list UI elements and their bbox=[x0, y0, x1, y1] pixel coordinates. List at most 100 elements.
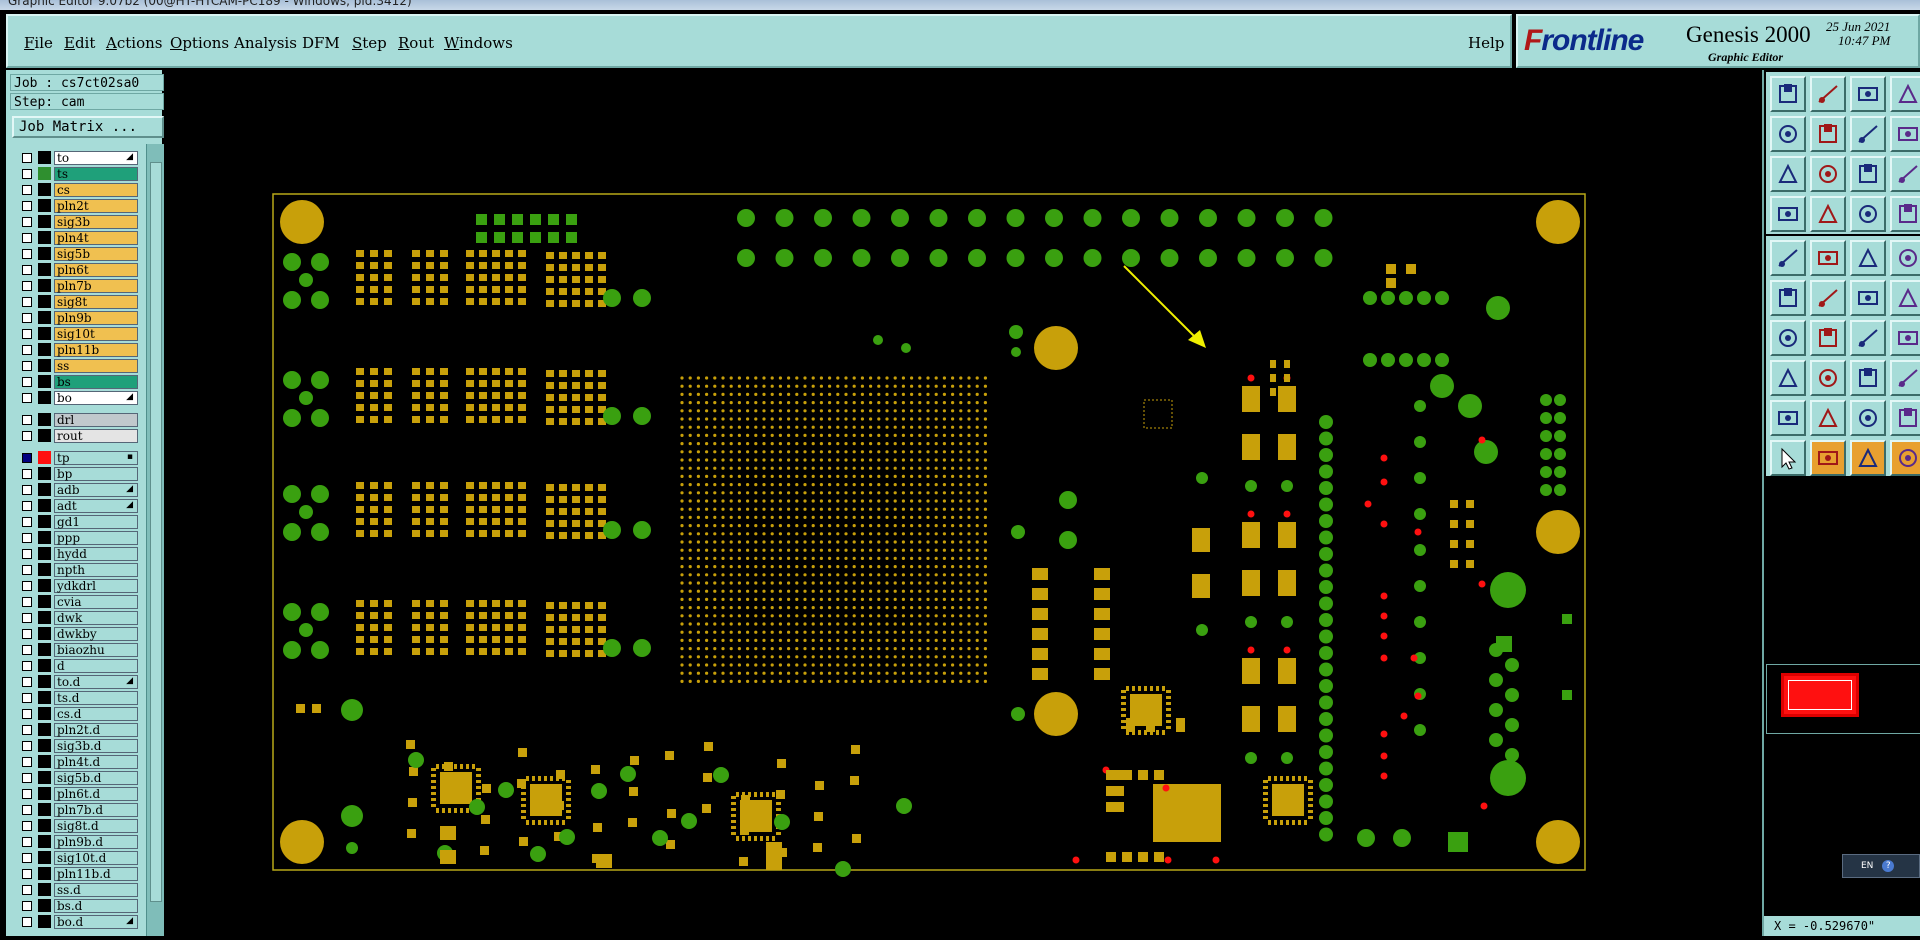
layer-color-swatch[interactable] bbox=[38, 851, 51, 864]
layer-color-swatch[interactable] bbox=[38, 295, 51, 308]
layer-name[interactable]: pln9b bbox=[54, 311, 138, 325]
tool-home[interactable] bbox=[1850, 76, 1886, 112]
layer-name[interactable]: ts bbox=[54, 167, 138, 181]
layer-list-scrollbar[interactable] bbox=[146, 144, 164, 936]
layer-name[interactable]: biaozhu bbox=[54, 643, 138, 657]
tool-cut[interactable] bbox=[1810, 320, 1846, 356]
layer-row[interactable]: rout bbox=[12, 428, 140, 443]
layer-row[interactable]: ts bbox=[12, 166, 140, 181]
layer-name[interactable]: adt ◢ bbox=[54, 499, 138, 513]
tool-measure[interactable] bbox=[1810, 196, 1846, 232]
layer-name[interactable]: to.d ◢ bbox=[54, 675, 138, 689]
layer-row[interactable]: ss.d bbox=[12, 882, 140, 897]
layer-row[interactable]: adt ◢ bbox=[12, 498, 140, 513]
layer-color-swatch[interactable] bbox=[38, 375, 51, 388]
tool-zoom-fit[interactable] bbox=[1810, 156, 1846, 192]
layer-row[interactable]: bo.d ◢ bbox=[12, 914, 140, 929]
layer-checkbox[interactable] bbox=[22, 217, 32, 227]
layer-name[interactable]: dwk bbox=[54, 611, 138, 625]
layer-checkbox[interactable] bbox=[22, 549, 32, 559]
layer-checkbox[interactable] bbox=[22, 169, 32, 179]
layer-row[interactable]: pln9b.d bbox=[12, 834, 140, 849]
layer-checkbox[interactable] bbox=[22, 869, 32, 879]
tool-resize[interactable] bbox=[1810, 360, 1846, 396]
pcb-drawing[interactable] bbox=[166, 70, 1762, 936]
layer-color-swatch[interactable] bbox=[38, 803, 51, 816]
layer-name[interactable]: sig8t bbox=[54, 295, 138, 309]
layer-color-swatch[interactable] bbox=[38, 883, 51, 896]
layer-name[interactable]: ss.d bbox=[54, 883, 138, 897]
layer-color-swatch[interactable] bbox=[38, 413, 51, 426]
tool-pair[interactable] bbox=[1890, 320, 1920, 356]
tool-window-layout[interactable] bbox=[1890, 76, 1920, 112]
layer-checkbox[interactable] bbox=[22, 693, 32, 703]
help-icon[interactable]: ? bbox=[1882, 860, 1895, 872]
layer-row[interactable]: biaozhu bbox=[12, 642, 140, 657]
layer-color-swatch[interactable] bbox=[38, 483, 51, 496]
layer-name[interactable]: pln11b bbox=[54, 343, 138, 357]
layer-row[interactable]: ss bbox=[12, 358, 140, 373]
layer-color-swatch[interactable] bbox=[38, 611, 51, 624]
tool-zoom-out[interactable] bbox=[1810, 116, 1846, 152]
layer-name[interactable]: pln6t.d bbox=[54, 787, 138, 801]
layer-color-swatch[interactable] bbox=[38, 867, 51, 880]
layer-checkbox[interactable] bbox=[22, 741, 32, 751]
menu-analysis[interactable]: Analysis bbox=[234, 34, 297, 52]
layer-row[interactable]: to.d ◢ bbox=[12, 674, 140, 689]
layer-row[interactable]: dwk bbox=[12, 610, 140, 625]
tool-net[interactable] bbox=[1850, 196, 1886, 232]
layer-color-swatch[interactable] bbox=[38, 499, 51, 512]
layer-row[interactable]: d bbox=[12, 658, 140, 673]
layer-color-swatch[interactable] bbox=[38, 819, 51, 832]
layer-checkbox[interactable] bbox=[22, 281, 32, 291]
layer-color-swatch[interactable] bbox=[38, 707, 51, 720]
layer-row[interactable]: sig5b bbox=[12, 246, 140, 261]
layer-color-swatch[interactable] bbox=[38, 547, 51, 560]
tool-redraw[interactable] bbox=[1890, 116, 1920, 152]
tool-select-net-blue[interactable] bbox=[1770, 280, 1806, 316]
layer-color-swatch[interactable] bbox=[38, 263, 51, 276]
menu-step[interactable]: Step bbox=[352, 34, 387, 52]
layer-checkbox[interactable] bbox=[22, 837, 32, 847]
menu-rout[interactable]: Rout bbox=[398, 34, 434, 52]
layer-row[interactable]: cvia bbox=[12, 594, 140, 609]
layer-checkbox[interactable] bbox=[22, 757, 32, 767]
layer-color-swatch[interactable] bbox=[38, 429, 51, 442]
layer-row[interactable]: pln6t bbox=[12, 262, 140, 277]
layer-checkbox[interactable] bbox=[22, 453, 32, 463]
layer-row[interactable]: pln6t.d bbox=[12, 786, 140, 801]
layer-name[interactable]: adb ◢ bbox=[54, 483, 138, 497]
layer-color-swatch[interactable] bbox=[38, 199, 51, 212]
layer-color-swatch[interactable] bbox=[38, 899, 51, 912]
tool-edit-route[interactable] bbox=[1890, 440, 1920, 476]
layer-row[interactable]: pln9b bbox=[12, 310, 140, 325]
layer-color-swatch[interactable] bbox=[38, 311, 51, 324]
layer-name[interactable]: pln2t bbox=[54, 199, 138, 213]
layer-row[interactable]: pln7b bbox=[12, 278, 140, 293]
layer-row[interactable]: adb ◢ bbox=[12, 482, 140, 497]
menu-dfm[interactable]: DFM bbox=[302, 34, 340, 52]
layer-checkbox[interactable] bbox=[22, 597, 32, 607]
layer-name[interactable]: tp ▪ bbox=[54, 451, 138, 465]
layer-checkbox[interactable] bbox=[22, 709, 32, 719]
layer-checkbox[interactable] bbox=[22, 581, 32, 591]
layer-row[interactable]: pln2t bbox=[12, 198, 140, 213]
tool-open-step[interactable] bbox=[1770, 76, 1806, 112]
tool-copy[interactable] bbox=[1770, 360, 1806, 396]
layer-color-swatch[interactable] bbox=[38, 563, 51, 576]
layer-row[interactable]: cs.d bbox=[12, 706, 140, 721]
layer-row[interactable]: sig3b bbox=[12, 214, 140, 229]
layer-name[interactable]: bo ◢ bbox=[54, 391, 138, 405]
layer-row[interactable]: drl bbox=[12, 412, 140, 427]
layer-name[interactable]: sig3b.d bbox=[54, 739, 138, 753]
layer-checkbox[interactable] bbox=[22, 629, 32, 639]
layer-checkbox[interactable] bbox=[22, 501, 32, 511]
layer-color-swatch[interactable] bbox=[38, 579, 51, 592]
layer-row[interactable]: to ◢ bbox=[12, 150, 140, 165]
layer-name[interactable]: cvia bbox=[54, 595, 138, 609]
layer-checkbox[interactable] bbox=[22, 773, 32, 783]
tool-arc[interactable] bbox=[1850, 320, 1886, 356]
layer-row[interactable]: sig3b.d bbox=[12, 738, 140, 753]
layer-color-swatch[interactable] bbox=[38, 359, 51, 372]
layer-name[interactable]: sig10t bbox=[54, 327, 138, 341]
